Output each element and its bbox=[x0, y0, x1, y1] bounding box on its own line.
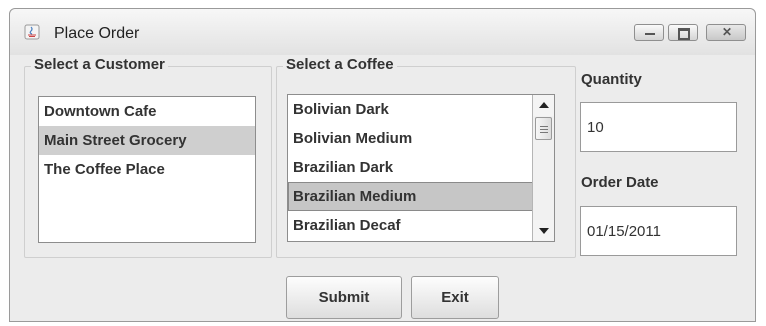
coffee-list-item-selected[interactable]: Brazilian Medium bbox=[288, 182, 533, 211]
maximize-icon bbox=[678, 28, 690, 40]
coffee-list-item[interactable]: Bolivian Medium bbox=[288, 124, 554, 153]
quantity-field[interactable] bbox=[580, 102, 737, 152]
coffee-list-item[interactable]: Brazilian Decaf bbox=[288, 211, 554, 240]
grip-line bbox=[540, 126, 548, 127]
coffee-list-scrollbar[interactable] bbox=[532, 95, 554, 241]
title-bar[interactable]: Place Order ✕ bbox=[10, 9, 755, 55]
quantity-label: Quantity bbox=[581, 71, 642, 88]
maximize-button[interactable] bbox=[668, 24, 698, 41]
coffee-group: Select a Coffee Bolivian Dark Bolivian M… bbox=[276, 56, 576, 258]
customer-group: Select a Customer Downtown Cafe Main Str… bbox=[24, 56, 272, 258]
submit-button[interactable]: Submit bbox=[286, 276, 402, 319]
scrollbar-thumb[interactable] bbox=[535, 117, 552, 140]
exit-button[interactable]: Exit bbox=[411, 276, 499, 319]
arrow-up-icon bbox=[539, 102, 549, 108]
customer-group-legend: Select a Customer bbox=[31, 56, 168, 73]
coffee-group-legend: Select a Coffee bbox=[283, 56, 397, 73]
coffee-list[interactable]: Bolivian Dark Bolivian Medium Brazilian … bbox=[287, 94, 555, 242]
scroll-down-button[interactable] bbox=[533, 220, 554, 241]
customer-list-item[interactable]: The Coffee Place bbox=[39, 155, 255, 184]
arrow-down-icon bbox=[539, 228, 549, 234]
order-date-field[interactable] bbox=[580, 206, 737, 256]
close-button[interactable]: ✕ bbox=[706, 24, 746, 41]
order-date-label: Order Date bbox=[581, 174, 659, 191]
java-app-icon bbox=[24, 24, 40, 40]
grip-line bbox=[540, 132, 548, 133]
close-icon: ✕ bbox=[722, 25, 733, 39]
customer-list[interactable]: Downtown Cafe Main Street Grocery The Co… bbox=[38, 96, 256, 243]
customer-list-item-selected[interactable]: Main Street Grocery bbox=[39, 126, 255, 155]
grip-line bbox=[540, 129, 548, 130]
coffee-list-item[interactable]: Brazilian Dark bbox=[288, 153, 554, 182]
place-order-window: Place Order ✕ Select a Customer Downtown… bbox=[9, 8, 756, 322]
window-title: Place Order bbox=[54, 25, 140, 42]
scroll-up-button[interactable] bbox=[533, 95, 554, 116]
customer-list-item[interactable]: Downtown Cafe bbox=[39, 97, 255, 126]
minimize-button[interactable] bbox=[634, 24, 664, 41]
minimize-icon bbox=[645, 33, 655, 35]
coffee-list-item[interactable]: Bolivian Dark bbox=[288, 95, 554, 124]
